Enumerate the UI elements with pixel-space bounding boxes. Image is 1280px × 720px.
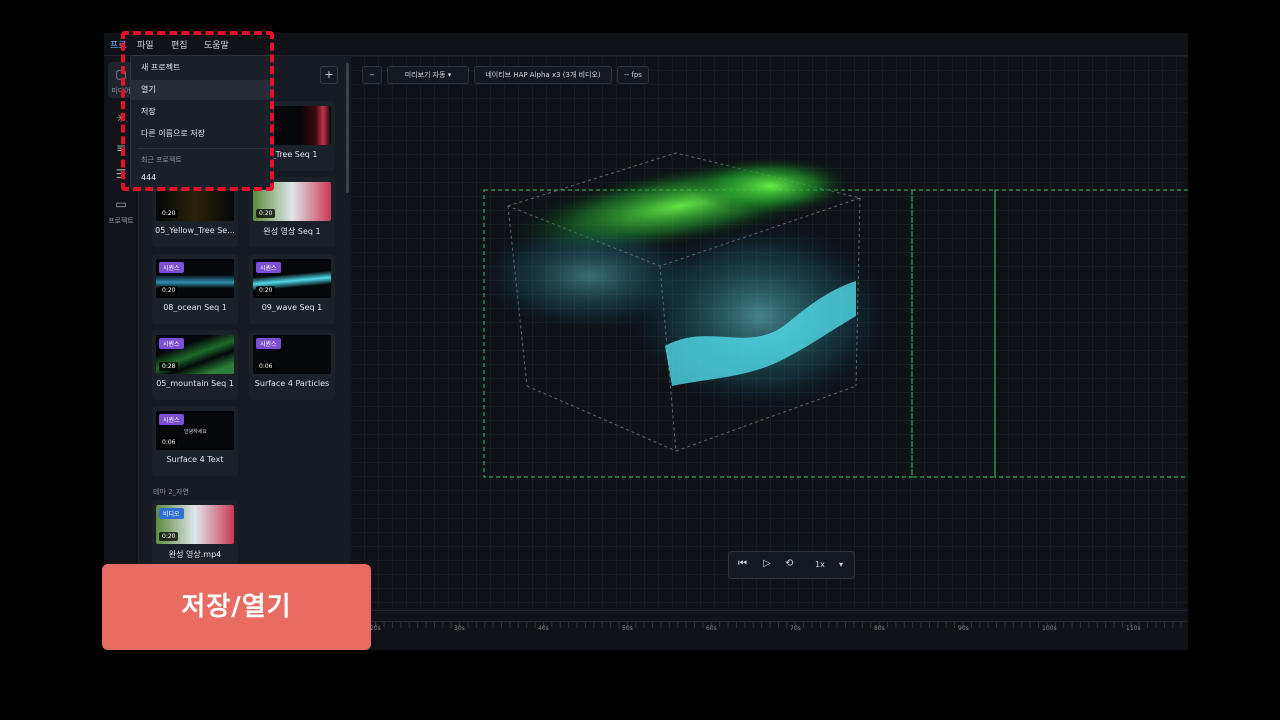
timeline-tick: 40s bbox=[538, 625, 549, 632]
timeline-tick: 30s bbox=[454, 625, 465, 632]
media-card[interactable]: 시퀀스 0:20 08_ocean Seq 1 bbox=[152, 254, 238, 324]
media-thumbnail: 시퀀스 안녕하세요 0:06 bbox=[156, 411, 234, 450]
media-title: Surface 4 Text bbox=[166, 455, 224, 464]
timeline-tick: 80s bbox=[874, 625, 885, 632]
timeline-tick: 50s bbox=[622, 625, 633, 632]
duration-badge: 0:20 bbox=[159, 286, 179, 295]
media-card[interactable]: 시퀀스 0:06 Surface 4 Particles bbox=[249, 330, 335, 400]
sequence-badge: 시퀀스 bbox=[159, 262, 184, 273]
preview-mode-label: 미리보기 자동 bbox=[404, 71, 446, 79]
playback-controls: ⏮ ▷ ⟲ 1x ▾ bbox=[728, 551, 855, 579]
media-thumbnail: 시퀀스 0:20 bbox=[156, 259, 234, 298]
loop-icon[interactable]: ⟲ bbox=[785, 558, 793, 569]
video-badge: 비디오 bbox=[159, 508, 184, 519]
media-title: 05_mountain Seq 1 bbox=[156, 379, 234, 388]
preview-mode-select[interactable]: 미리보기 자동 ▾ bbox=[387, 66, 469, 84]
media-thumbnail: 시퀀스 0:28 bbox=[156, 335, 234, 374]
duration-badge: 0:20 bbox=[256, 209, 276, 218]
timeline-tick: 20s bbox=[370, 625, 381, 632]
skip-back-icon[interactable]: ⏮ bbox=[738, 558, 747, 569]
media-card[interactable]: 시퀀스 안녕하세요 0:06 Surface 4 Text bbox=[152, 406, 238, 476]
duration-badge: 0:20 bbox=[159, 532, 179, 541]
speed-select[interactable]: 1x bbox=[815, 560, 825, 569]
fps-badge: -- fps bbox=[617, 66, 649, 84]
media-card[interactable]: 시퀀스 0:20 09_wave Seq 1 bbox=[249, 254, 335, 324]
duration-badge: 0:06 bbox=[256, 362, 276, 371]
caption-banner: 저장/열기 bbox=[102, 564, 371, 650]
duration-badge: 0:20 bbox=[256, 286, 276, 295]
duration-badge: 0:28 bbox=[159, 362, 179, 371]
media-card[interactable]: 시퀀스 0:28 05_mountain Seq 1 bbox=[152, 330, 238, 400]
add-media-button[interactable]: + bbox=[320, 66, 338, 84]
sequence-badge: 시퀀스 bbox=[159, 414, 184, 425]
media-card[interactable]: 비디오 0:20 완성 영상.mp4 bbox=[152, 500, 238, 570]
timeline[interactable]: 20s 30s 40s 50s 60s 70s 80s 90s 100s 110… bbox=[350, 610, 1188, 650]
codec-badge: 네이티브 HAP Alpha x3 (3개 비디오) bbox=[474, 66, 612, 84]
media-thumbnail: 시퀀스 0:20 bbox=[253, 259, 331, 298]
duration-badge: 0:06 bbox=[159, 438, 179, 447]
media-title: Surface 4 Particles bbox=[254, 379, 330, 388]
sequence-badge: 시퀀스 bbox=[256, 338, 281, 349]
particle-visual bbox=[480, 158, 890, 411]
media-thumbnail: 비디오 0:20 bbox=[156, 505, 234, 544]
project-icon[interactable]: ▭ bbox=[112, 196, 130, 212]
panel-scrollbar[interactable] bbox=[346, 63, 349, 193]
chevron-down-icon: ▾ bbox=[447, 71, 452, 79]
preview-canvas bbox=[480, 152, 1188, 478]
thumbnail-text: 안녕하세요 bbox=[184, 429, 208, 435]
media-title: 05_Yellow_Tree Se... bbox=[155, 226, 235, 235]
sequence-badge: 시퀀스 bbox=[256, 262, 281, 273]
media-title: 09_wave Seq 1 bbox=[261, 303, 323, 312]
timeline-tick: 60s bbox=[706, 625, 717, 632]
sequence-badge: 시퀀스 bbox=[159, 338, 184, 349]
zoom-out-button[interactable]: − bbox=[362, 66, 382, 84]
preview-viewer[interactable]: − 미리보기 자동 ▾ 네이티브 HAP Alpha x3 (3개 비디오) -… bbox=[350, 56, 1188, 608]
highlight-annotation bbox=[121, 31, 274, 191]
media-title: 완성 영상 Seq 1 bbox=[263, 227, 321, 236]
chevron-down-icon[interactable]: ▾ bbox=[839, 560, 843, 569]
play-icon[interactable]: ▷ bbox=[763, 558, 771, 569]
timeline-tick: 70s bbox=[790, 625, 801, 632]
timeline-ruler[interactable] bbox=[350, 621, 1188, 642]
timeline-tick: 100s bbox=[1042, 625, 1057, 632]
duration-badge: 0:20 bbox=[159, 209, 179, 218]
timeline-tick: 90s bbox=[958, 625, 969, 632]
media-thumbnail: 시퀀스 0:06 bbox=[253, 335, 331, 374]
section-header: 테마 2_자연 bbox=[153, 488, 189, 496]
media-title: 완성 영상.mp4 bbox=[168, 550, 222, 559]
media-title: 08_ocean Seq 1 bbox=[163, 303, 227, 312]
timeline-tick: 110s bbox=[1126, 625, 1141, 632]
rail-label-project: 프로젝트 bbox=[108, 217, 134, 225]
